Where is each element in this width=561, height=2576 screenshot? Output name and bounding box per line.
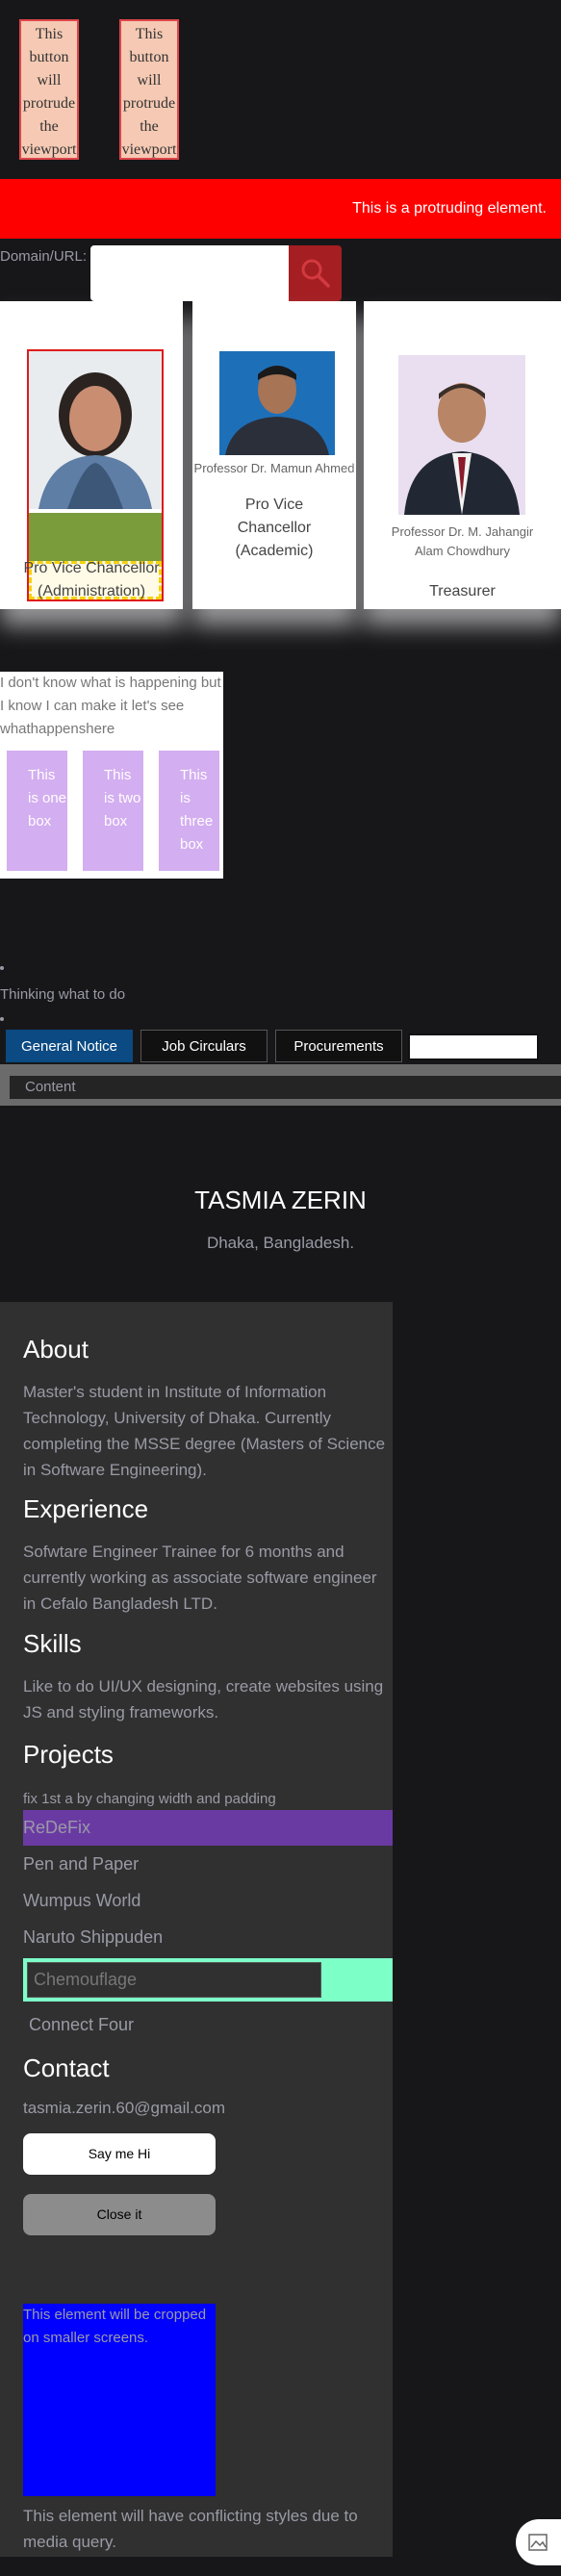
portrait-man-1 [219,351,335,455]
bullet-text: Thinking what to do [0,986,126,1003]
card-role: Treasurer [429,583,496,599]
box-two: This is two box [83,751,143,871]
profile-location: Dhaka, Bangladesh. [206,1234,355,1252]
domain-input[interactable] [90,245,289,301]
box-section-text: I don't know what is happening but I kno… [0,675,221,737]
skills-text: Like to do UI/UX designing, create websi… [23,1677,384,1722]
floating-widget-button[interactable] [516,2519,561,2565]
experience-heading: Experience [23,1494,149,1523]
project-naruto-shippuden[interactable]: Naruto Shippuden [23,1927,163,1948]
search-icon [301,259,330,288]
bullet-dot [0,1017,4,1021]
close-button[interactable]: Close it [23,2194,216,2235]
experience-text: Sofwtare Engineer Trainee for 6 months a… [23,1543,377,1613]
project-chemouflage[interactable]: Chemouflage [27,1962,321,1998]
officials-cards: Pro Vice Chancellor (Administration) Pro… [0,301,561,638]
broken-image-icon [528,2534,548,2551]
profile-name: TASMIA ZERIN [194,1186,367,1214]
project-wumpus-world[interactable]: Wumpus World [23,1891,140,1911]
portrait-woman [29,351,162,509]
card-name: Professor Dr. Mamun Ahmed [193,461,355,475]
contact-email[interactable]: tasmia.zerin.60@gmail.com [23,2099,225,2118]
card-role: Pro Vice Chancellor (Academic) [235,497,314,559]
search-button[interactable] [289,245,342,301]
box-section: I don't know what is happening but I kno… [0,672,223,879]
box-three: This is three box [159,751,219,871]
conflict-text: This element will have conflicting style… [23,2507,358,2551]
card-role: Pro Vice Chancellor (Administration) [23,560,160,599]
tab-job-circulars[interactable]: Job Circulars [140,1030,268,1062]
resume-panel: About Master's student in Institute of I… [0,1302,393,2557]
contact-heading: Contact [23,2053,110,2082]
say-hi-button[interactable]: Say me Hi [23,2133,216,2175]
project-connect-four[interactable]: Connect Four [29,2015,134,2035]
box-one: This is one box [7,751,67,871]
protrude-button-1[interactable]: This button will protrude the viewport [19,19,79,160]
bullet-dot [0,966,4,970]
project-chemouflage-frame: Chemouflage [23,1958,393,2002]
about-heading: About [23,1335,89,1364]
domain-label: Domain/URL: [0,248,88,265]
protrude-button-2[interactable]: This button will protrude the viewport [119,19,179,160]
protruding-element: This is a protruding element. [0,179,561,239]
card-pvc-academic: Professor Dr. Mamun Ahmed Pro Vice Chanc… [192,301,356,609]
about-text: Master's student in Institute of Informa… [23,1383,386,1479]
tab-blank[interactable] [408,1033,539,1060]
green-band [29,513,162,561]
content-label: Content [10,1076,561,1099]
card-name: Professor Dr. M. Jahangir Alam Chowdhury [391,524,534,558]
tab-general-notice[interactable]: General Notice [6,1030,133,1062]
card-pvc-admin: Pro Vice Chancellor (Administration) [0,301,183,609]
card-treasurer: Professor Dr. M. Jahangir Alam Chowdhury… [364,301,561,609]
skills-heading: Skills [23,1629,82,1658]
project-pen-and-paper[interactable]: Pen and Paper [23,1854,139,1875]
tab-procurements[interactable]: Procurements [275,1030,402,1062]
portrait-man-2 [398,355,525,515]
projects-note: fix 1st a by changing width and padding [23,1791,276,1807]
profile-name-wrap: TASMIA ZERIN [0,1186,561,1215]
projects-heading: Projects [23,1740,114,1769]
blue-cropped-box: This element will be cropped on smaller … [23,2304,216,2496]
content-panel: Content [0,1064,561,1106]
project-redefix[interactable]: ReDeFix [23,1810,393,1846]
